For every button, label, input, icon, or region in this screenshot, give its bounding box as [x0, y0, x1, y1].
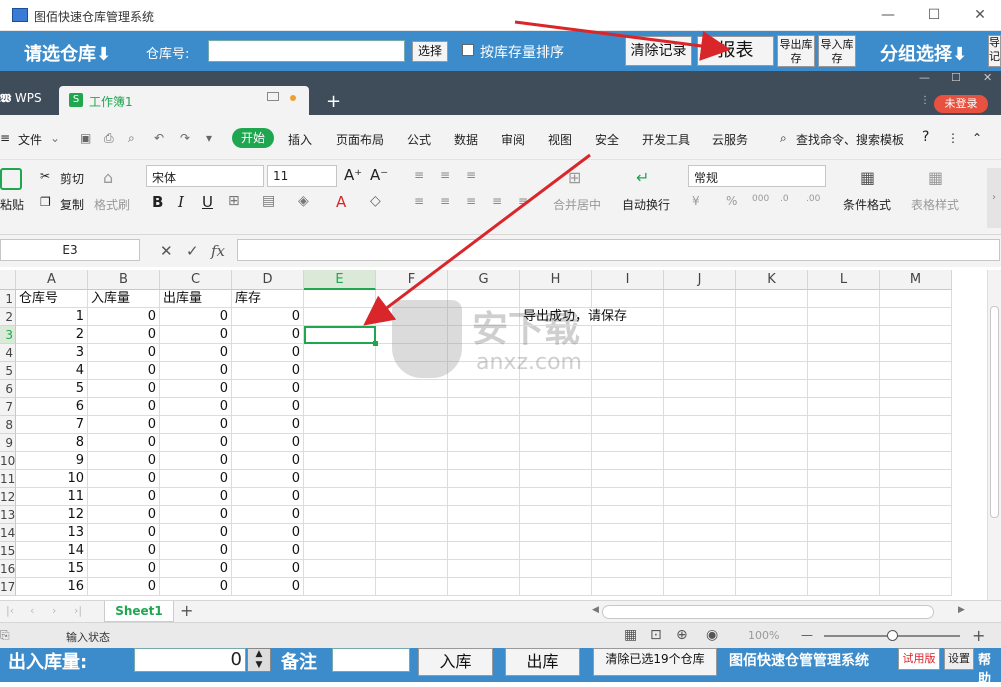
arrow-to-report	[514, 20, 731, 61]
annotation-arrows	[363, 20, 731, 326]
arrow-to-cell	[363, 153, 591, 326]
export-success-message: 导出成功，请保存	[520, 308, 627, 326]
